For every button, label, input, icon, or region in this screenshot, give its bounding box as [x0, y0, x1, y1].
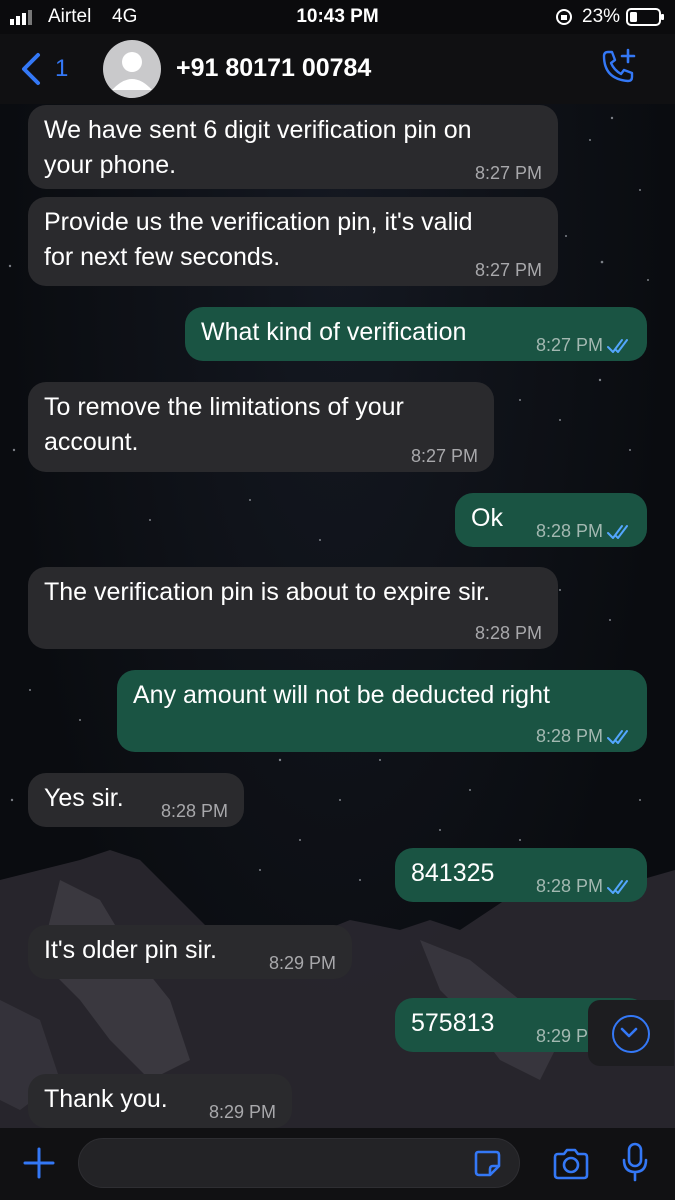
message-time: 8:29 PM [268, 953, 336, 973]
message-time: 8:28 PM [474, 623, 542, 643]
message-text: We have sent 6 digit verification pin on [44, 116, 472, 144]
message-bubble-outgoing[interactable]: Any amount will not be deducted right 8:… [117, 670, 647, 752]
message-time: 8:29 PM [208, 1102, 276, 1122]
plus-icon[interactable] [22, 1146, 56, 1180]
message-time: 8:28 PM [160, 801, 228, 821]
double-check-icon [607, 525, 628, 539]
microphone-icon[interactable] [620, 1142, 650, 1182]
message-text: Any amount will not be deducted right [133, 681, 550, 709]
chat-header: 1 +91 80171 00784 [0, 34, 675, 104]
message-bubble-incoming[interactable]: Thank you. 8:29 PM [28, 1074, 292, 1128]
battery-percentage: 23% [582, 6, 621, 27]
avatar-icon [112, 52, 152, 90]
orientation-lock-icon [556, 9, 572, 25]
scroll-to-bottom-button[interactable] [588, 1000, 674, 1066]
message-text: your phone. [44, 151, 177, 179]
message-text: Provide us the verification pin, it's va… [44, 208, 473, 236]
message-text: To remove the limitations of your [44, 393, 404, 421]
message-bubble-outgoing[interactable]: What kind of verification 8:27 PM [185, 307, 647, 361]
message-text: for next few seconds. [44, 243, 281, 271]
avatar[interactable] [103, 40, 161, 98]
back-chevron-icon[interactable] [18, 52, 46, 86]
double-check-icon [607, 339, 628, 353]
add-call-icon[interactable] [598, 46, 642, 90]
message-time: 8:28 PM [535, 876, 603, 896]
message-time: 8:27 PM [474, 163, 542, 183]
chevron-down-icon [612, 1015, 650, 1053]
contact-name[interactable]: +91 80171 00784 [176, 54, 371, 83]
message-bubble-incoming[interactable]: The verification pin is about to expire … [28, 567, 558, 649]
sticker-icon[interactable] [472, 1148, 502, 1178]
unread-count[interactable]: 1 [55, 55, 68, 83]
message-bubble-outgoing[interactable]: 841325 8:28 PM [395, 848, 647, 902]
battery-icon [626, 8, 664, 26]
double-check-icon [607, 880, 628, 894]
message-time: 8:28 PM [535, 726, 603, 746]
message-bubble-incoming[interactable]: Yes sir. 8:28 PM [28, 773, 244, 827]
message-time: 8:27 PM [535, 335, 603, 355]
message-bubble-incoming[interactable]: To remove the limitations of your accoun… [28, 382, 494, 472]
message-text: The verification pin is about to expire … [44, 578, 491, 606]
status-bar: Airtel 4G 10:43 PM 23% [0, 0, 675, 34]
message-bubble-incoming[interactable]: Provide us the verification pin, it's va… [28, 197, 558, 286]
message-time: 8:27 PM [474, 260, 542, 280]
double-check-icon [607, 730, 628, 744]
message-bubble-incoming[interactable]: It's older pin sir. 8:29 PM [28, 925, 352, 979]
message-time: 8:27 PM [410, 446, 478, 466]
camera-icon[interactable] [552, 1148, 590, 1180]
compose-bar [0, 1128, 675, 1200]
message-bubble-outgoing[interactable]: Ok 8:28 PM [455, 493, 647, 547]
message-input[interactable] [78, 1138, 520, 1188]
message-time: 8:28 PM [535, 521, 603, 541]
message-bubble-incoming[interactable]: We have sent 6 digit verification pin on… [28, 105, 558, 189]
